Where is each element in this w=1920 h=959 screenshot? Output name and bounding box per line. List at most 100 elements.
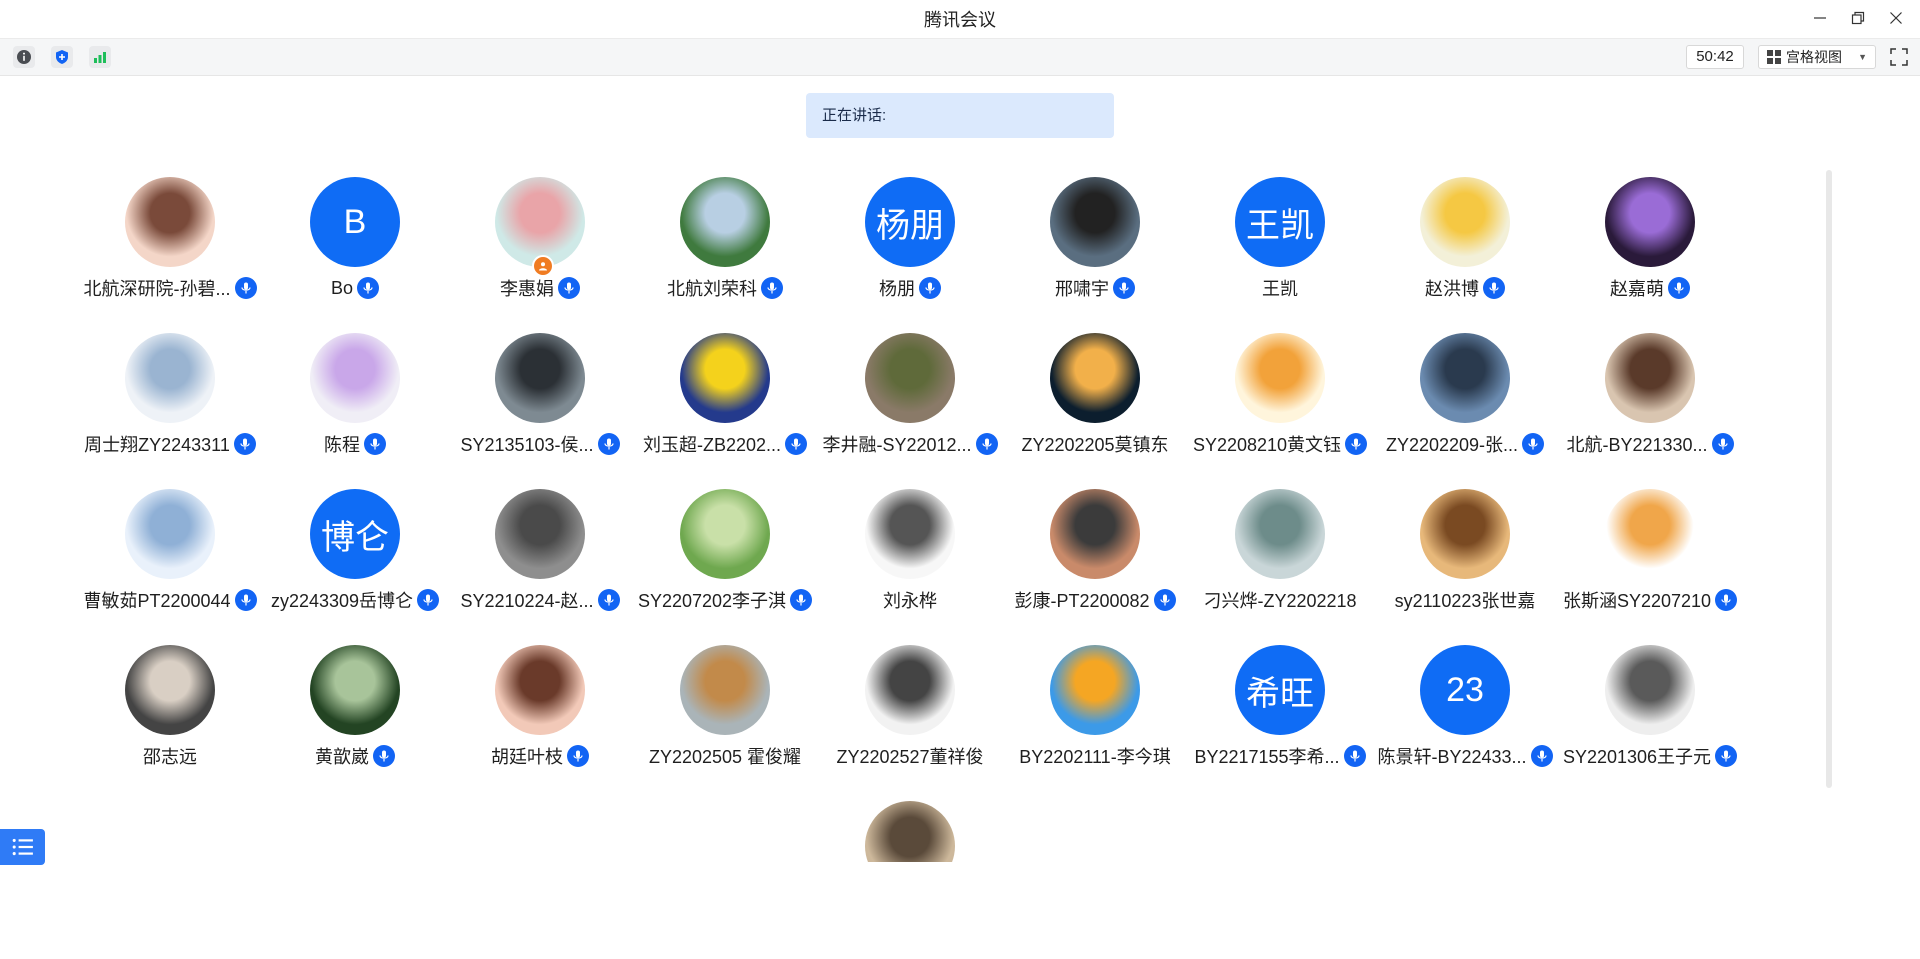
participant-name: 陈景轩-BY22433...: [1377, 747, 1527, 767]
participant-tile[interactable]: 博仑 zy2243309岳博仑: [265, 489, 445, 639]
participant-tile[interactable]: ZY2202527董祥俊: [820, 645, 1000, 795]
participant-name: SY2135103-侯...: [460, 435, 594, 455]
microphone-icon: [919, 277, 941, 299]
avatar-photo: [680, 489, 770, 579]
participant-tile[interactable]: [820, 801, 1000, 862]
participant-name-row: 邵志远: [80, 743, 260, 769]
avatar-photo: [1605, 489, 1695, 579]
participant-tile[interactable]: B Bo: [265, 177, 445, 327]
participant-tile[interactable]: 刘玉超-ZB2202...: [635, 333, 815, 483]
participant-tile[interactable]: 杨朋 杨朋: [820, 177, 1000, 327]
participant-tile[interactable]: 刁兴烨-ZY2202218: [1190, 489, 1370, 639]
participant-tile[interactable]: 23 陈景轩-BY22433...: [1375, 645, 1555, 795]
participant-name: 邵志远: [143, 747, 197, 767]
participant-name-row: 刁兴烨-ZY2202218: [1190, 587, 1370, 613]
participant-name-row: 杨朋: [820, 275, 1000, 301]
participant-name-row: 北航深研院-孙碧...: [80, 275, 260, 301]
participant-tile[interactable]: 邢啸宇: [1005, 177, 1185, 327]
participant-tile[interactable]: SY2208210黄文钰: [1190, 333, 1370, 483]
microphone-icon: [417, 589, 440, 611]
participant-name: 陈程: [324, 435, 360, 455]
participant-name-row: 彭康-PT2200082: [1005, 587, 1185, 613]
participant-name-row: 北航刘荣科: [635, 275, 815, 301]
participant-name: Bo: [330, 277, 354, 298]
participant-name-row: BY2202111-李今琪: [1005, 743, 1185, 769]
participant-name: 北航-BY221330...: [1566, 435, 1708, 455]
participant-tile[interactable]: 王凯 王凯: [1190, 177, 1370, 327]
participant-name-row: 张斯涵SY2207210: [1560, 587, 1740, 613]
participant-tile[interactable]: SY2135103-侯...: [450, 333, 630, 483]
participant-name-row: SY2207202李子淇: [635, 587, 815, 613]
participant-name: ZY2202505 霍俊耀: [648, 747, 802, 767]
participant-tile[interactable]: 赵洪博: [1375, 177, 1555, 327]
participant-tile[interactable]: SY2210224-赵...: [450, 489, 630, 639]
participant-name: SY2201306王子元: [1562, 747, 1712, 767]
participant-tile[interactable]: 北航刘荣科: [635, 177, 815, 327]
participant-name: ZY2202527董祥俊: [836, 747, 984, 767]
participant-name-row: ZY2202527董祥俊: [820, 743, 1000, 769]
participant-tile[interactable]: 黄歆崴: [265, 645, 445, 795]
participant-tile[interactable]: SY2207202李子淇: [635, 489, 815, 639]
avatar-photo: [865, 333, 955, 423]
participant-name-row: 王凯: [1190, 275, 1370, 301]
microphone-icon: [234, 589, 257, 611]
participant-name: 胡廷叶枝: [491, 747, 563, 767]
participant-tile[interactable]: 希旺 BY2217155李希...: [1190, 645, 1370, 795]
participant-name: 刁兴烨-ZY2202218: [1203, 591, 1357, 611]
avatar-initials: 杨朋: [865, 177, 955, 267]
participant-name: 彭康-PT2200082: [1014, 591, 1150, 611]
avatar-photo: [495, 645, 585, 735]
microphone-icon: [373, 745, 395, 767]
participant-name: 刘玉超-ZB2202...: [642, 435, 782, 455]
participant-name: BY2202111-李今琪: [1019, 747, 1171, 767]
avatar-photo: [680, 645, 770, 735]
participant-tile[interactable]: 陈程: [265, 333, 445, 483]
microphone-icon: [1345, 433, 1368, 455]
avatar-photo: [125, 645, 215, 735]
participant-name-row: ZY2202205莫镇东: [1005, 431, 1185, 457]
participant-tile[interactable]: 赵嘉萌: [1560, 177, 1740, 327]
participant-name: 北航刘荣科: [667, 279, 757, 299]
grid-scrollbar[interactable]: [1826, 170, 1832, 788]
avatar-photo: [1235, 489, 1325, 579]
microphone-icon: [1483, 277, 1505, 299]
avatar-photo: [495, 333, 585, 423]
avatar-initials: 王凯: [1235, 177, 1325, 267]
participant-tile[interactable]: 邵志远: [80, 645, 260, 795]
participant-name: 刘永桦: [883, 591, 937, 611]
avatar-photo: [1420, 333, 1510, 423]
participant-tile[interactable]: 李井融-SY22012...: [820, 333, 1000, 483]
participant-name: 李惠娟: [500, 279, 554, 299]
participant-name-row: SY2210224-赵...: [450, 587, 630, 613]
microphone-icon: [1668, 277, 1690, 299]
avatar-photo: [1605, 177, 1695, 267]
participant-tile[interactable]: ZY2202205莫镇东: [1005, 333, 1185, 483]
microphone-icon: [975, 433, 998, 455]
participant-tile[interactable]: 胡廷叶枝: [450, 645, 630, 795]
participant-tile[interactable]: 北航深研院-孙碧...: [80, 177, 260, 327]
participant-tile[interactable]: 彭康-PT2200082: [1005, 489, 1185, 639]
participant-name: 杨朋: [879, 279, 915, 299]
participant-tile[interactable]: ZY2202505 霍俊耀: [635, 645, 815, 795]
avatar-photo: [1235, 333, 1325, 423]
participant-tile[interactable]: 李惠娟: [450, 177, 630, 327]
participant-tile[interactable]: 张斯涵SY2207210: [1560, 489, 1740, 639]
participant-tile[interactable]: 刘永桦: [820, 489, 1000, 639]
participant-tile[interactable]: 周士翔ZY2243311: [80, 333, 260, 483]
microphone-icon: [567, 745, 589, 767]
participant-name-row: 胡廷叶枝: [450, 743, 630, 769]
participant-list-button[interactable]: [0, 829, 45, 865]
avatar-photo: [310, 645, 400, 735]
microphone-icon: [597, 433, 620, 455]
participant-name: zy2243309岳博仑: [270, 591, 414, 611]
participant-tile[interactable]: 曹敏茹PT2200044: [80, 489, 260, 639]
participant-tile[interactable]: ZY2202209-张...: [1375, 333, 1555, 483]
participant-tile[interactable]: BY2202111-李今琪: [1005, 645, 1185, 795]
avatar-photo: [865, 801, 955, 862]
participant-tile[interactable]: SY2201306王子元: [1560, 645, 1740, 795]
participant-tile[interactable]: sy2110223张世嘉: [1375, 489, 1555, 639]
participant-tile[interactable]: 北航-BY221330...: [1560, 333, 1740, 483]
participant-name: 赵嘉萌: [1610, 279, 1664, 299]
microphone-icon: [785, 433, 808, 455]
microphone-icon: [1715, 589, 1738, 611]
